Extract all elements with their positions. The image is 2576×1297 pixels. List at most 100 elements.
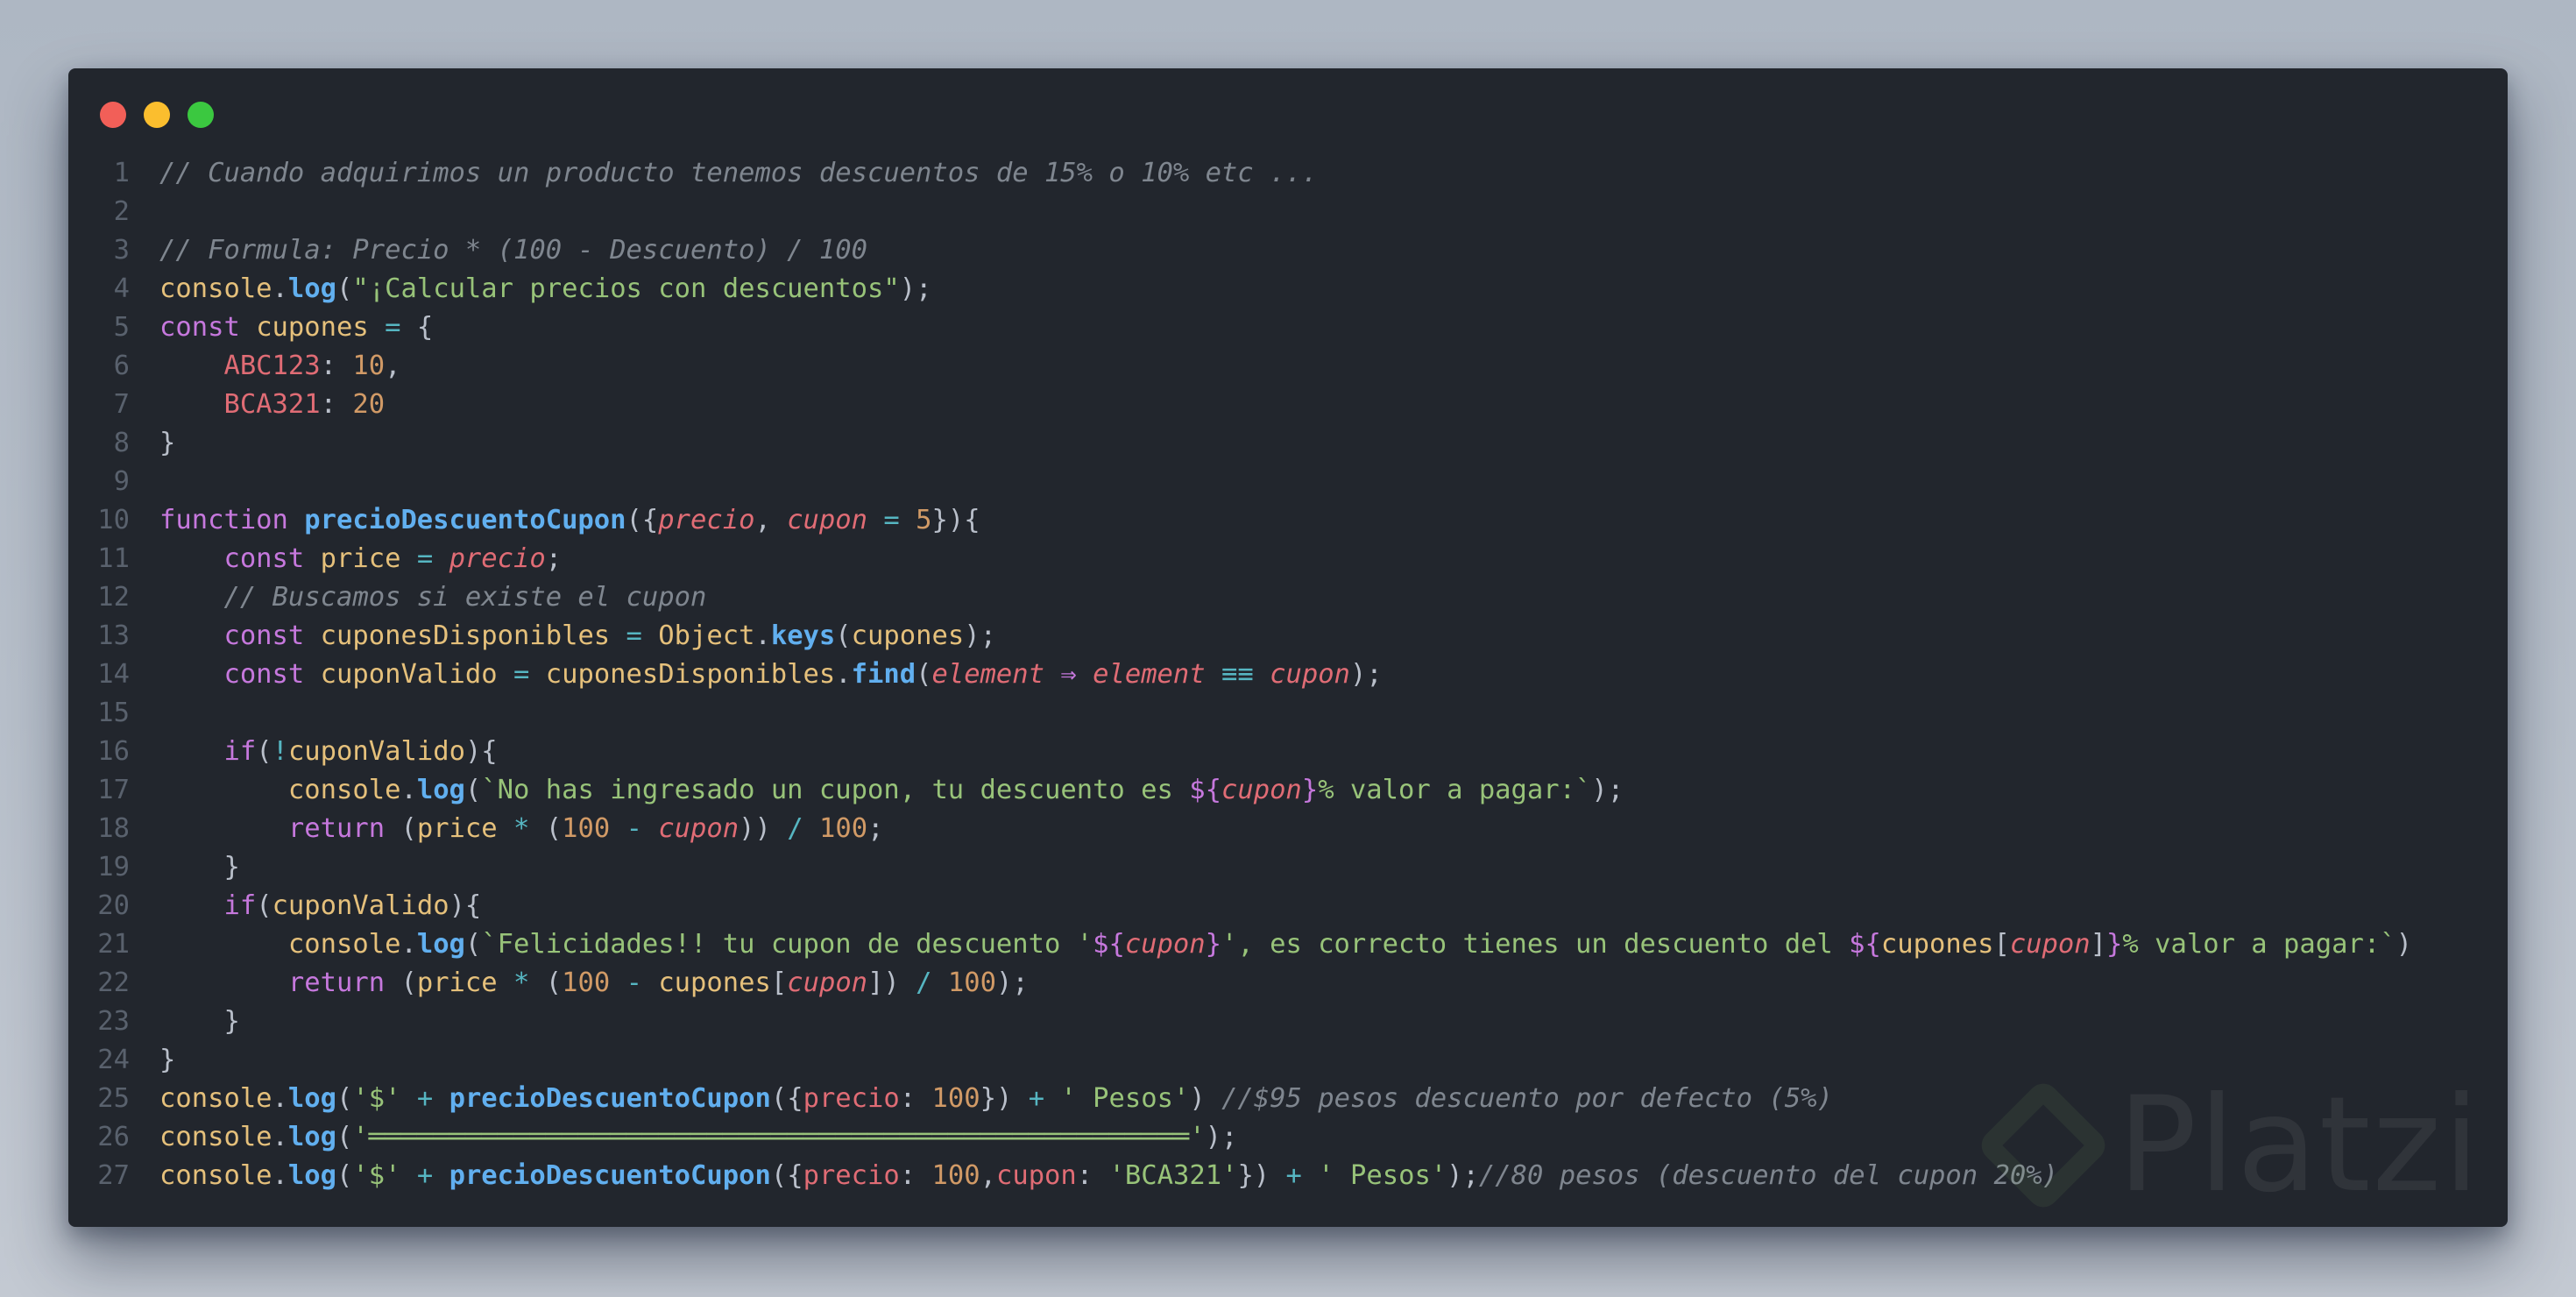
code-line[interactable]: 17 console.log(`No has ingresado un cupo… xyxy=(68,771,2508,810)
code-token: return xyxy=(287,813,401,844)
code-token: ); xyxy=(964,620,996,651)
code-line[interactable]: 11 const price = precio; xyxy=(68,540,2508,578)
line-code: return (price * (100 - cupones[cupon]) /… xyxy=(159,964,1029,1003)
code-token: : xyxy=(320,351,353,381)
code-line[interactable]: 26 console.log('═════════════════════════… xyxy=(68,1118,2508,1157)
code-line[interactable]: 16 if(!cuponValido){ xyxy=(68,733,2508,771)
code-token: ', es correcto tienes un descuento del xyxy=(1221,929,1850,960)
code-line[interactable]: 13 const cuponesDisponibles = Object.key… xyxy=(68,617,2508,656)
code-token: keys xyxy=(770,620,836,651)
code-token: cuponesDisponibles xyxy=(545,659,836,690)
code-token: } xyxy=(159,428,176,458)
code-line[interactable]: 27 console.log('$' + precioDescuentoCupon… xyxy=(68,1157,2508,1195)
code-token: ( xyxy=(336,1160,353,1191)
code-token: cupones xyxy=(658,967,771,998)
code-token: ( xyxy=(256,890,272,921)
code-token: precio xyxy=(658,505,755,535)
code-token: ); xyxy=(1205,1122,1238,1152)
code-line[interactable]: 4 console.log("¡Calcular precios con desc… xyxy=(68,270,2508,308)
code-line[interactable]: 24} xyxy=(68,1041,2508,1080)
zoom-dot[interactable] xyxy=(188,102,214,128)
code-token: console xyxy=(159,1122,272,1152)
code-line[interactable]: 2 xyxy=(68,193,2508,231)
code-token: = xyxy=(368,312,417,343)
close-dot[interactable] xyxy=(100,102,126,128)
code-token: ({ xyxy=(770,1160,803,1191)
line-code: } xyxy=(159,424,175,463)
code-line[interactable]: 19 } xyxy=(68,848,2508,887)
code-token: cupon xyxy=(2009,929,2091,960)
line-code: const price = precio; xyxy=(159,540,562,578)
code-token: cupones xyxy=(851,620,965,651)
code-token: ) xyxy=(2396,929,2412,960)
code-line[interactable]: 9 xyxy=(68,463,2508,501)
line-code: console.log('$' + precioDescuentoCupon({… xyxy=(159,1080,1833,1118)
line-code: BCA321: 20 xyxy=(159,386,385,424)
code-token: ${ xyxy=(1093,929,1125,960)
code-token: . xyxy=(272,1083,288,1114)
code-token: - xyxy=(610,813,659,844)
code-line[interactable]: 5 const cupones = { xyxy=(68,308,2508,347)
code-token: / xyxy=(899,967,948,998)
code-token: ⇒ xyxy=(1044,659,1093,690)
code-editor[interactable]: 1 // Cuando adquirimos un producto tenemo… xyxy=(68,154,2508,1195)
code-token: ; xyxy=(545,543,563,574)
code-line[interactable]: 25 console.log('$' + precioDescuentoCupon… xyxy=(68,1080,2508,1118)
code-token: } xyxy=(2106,929,2123,960)
code-token: '═══════════════════════════════════════… xyxy=(352,1122,1206,1152)
line-number: 4 xyxy=(113,273,130,304)
code-token: const xyxy=(223,659,321,690)
line-number: 8 xyxy=(113,428,130,458)
code-line[interactable]: 6 ABC123: 10, xyxy=(68,347,2508,386)
code-token: console xyxy=(159,1160,272,1191)
line-code: // Buscamos si existe el cupon xyxy=(159,578,706,617)
code-token: = xyxy=(400,543,449,574)
line-number: 19 xyxy=(97,852,130,882)
line-number: 23 xyxy=(97,1006,130,1037)
code-token: ( xyxy=(400,967,417,998)
code-token: + xyxy=(400,1083,449,1114)
code-line[interactable]: 7 BCA321: 20 xyxy=(68,386,2508,424)
code-token: const xyxy=(223,543,321,574)
code-line[interactable]: 10 function precioDescuentoCupon({precio,… xyxy=(68,501,2508,540)
code-token: }) xyxy=(1237,1160,1270,1191)
code-line[interactable]: 22 return (price * (100 - cupones[cupon]… xyxy=(68,964,2508,1003)
code-token: log xyxy=(287,273,337,304)
code-token: }){ xyxy=(931,505,980,535)
code-token: ( xyxy=(336,273,353,304)
code-line[interactable]: 15 xyxy=(68,694,2508,733)
line-number: 10 xyxy=(97,505,130,535)
line-code: const cuponesDisponibles = Object.keys(c… xyxy=(159,617,996,656)
code-token: = xyxy=(867,505,916,535)
line-number: 26 xyxy=(97,1122,130,1152)
code-line[interactable]: 23 } xyxy=(68,1003,2508,1041)
line-number: 2 xyxy=(113,196,130,227)
code-line[interactable]: 1 // Cuando adquirimos un producto tenemo… xyxy=(68,154,2508,193)
code-token: 100 xyxy=(562,967,611,998)
code-line[interactable]: 8} xyxy=(68,424,2508,463)
code-token: } xyxy=(1301,775,1319,805)
minimize-dot[interactable] xyxy=(144,102,170,128)
code-token: . xyxy=(835,659,852,690)
code-token: ); xyxy=(1447,1160,1479,1191)
code-token: } xyxy=(1205,929,1222,960)
code-token: ( xyxy=(464,929,482,960)
code-line[interactable]: 21 console.log(`Felicidades!! tu cupon d… xyxy=(68,925,2508,964)
code-line[interactable]: 14 const cuponValido = cuponesDisponible… xyxy=(68,656,2508,694)
line-number: 9 xyxy=(113,466,130,497)
code-line[interactable]: 3 // Formula: Precio * (100 - Descuento) … xyxy=(68,231,2508,270)
code-line[interactable]: 12 // Buscamos si existe el cupon xyxy=(68,578,2508,617)
code-token: = xyxy=(497,659,546,690)
code-token: console xyxy=(287,775,401,805)
window-controls xyxy=(100,102,214,128)
code-token: : xyxy=(1076,1160,1109,1191)
code-token: ; xyxy=(867,813,884,844)
code-line[interactable]: 20 if(cuponValido){ xyxy=(68,887,2508,925)
code-line[interactable]: 18 return (price * (100 - cupon)) / 100; xyxy=(68,810,2508,848)
code-token: function xyxy=(159,505,305,535)
code-token: . xyxy=(400,929,417,960)
code-token: % valor a pagar:` xyxy=(1318,775,1592,805)
code-token: cuponValido xyxy=(272,890,449,921)
code-token: price xyxy=(416,813,498,844)
